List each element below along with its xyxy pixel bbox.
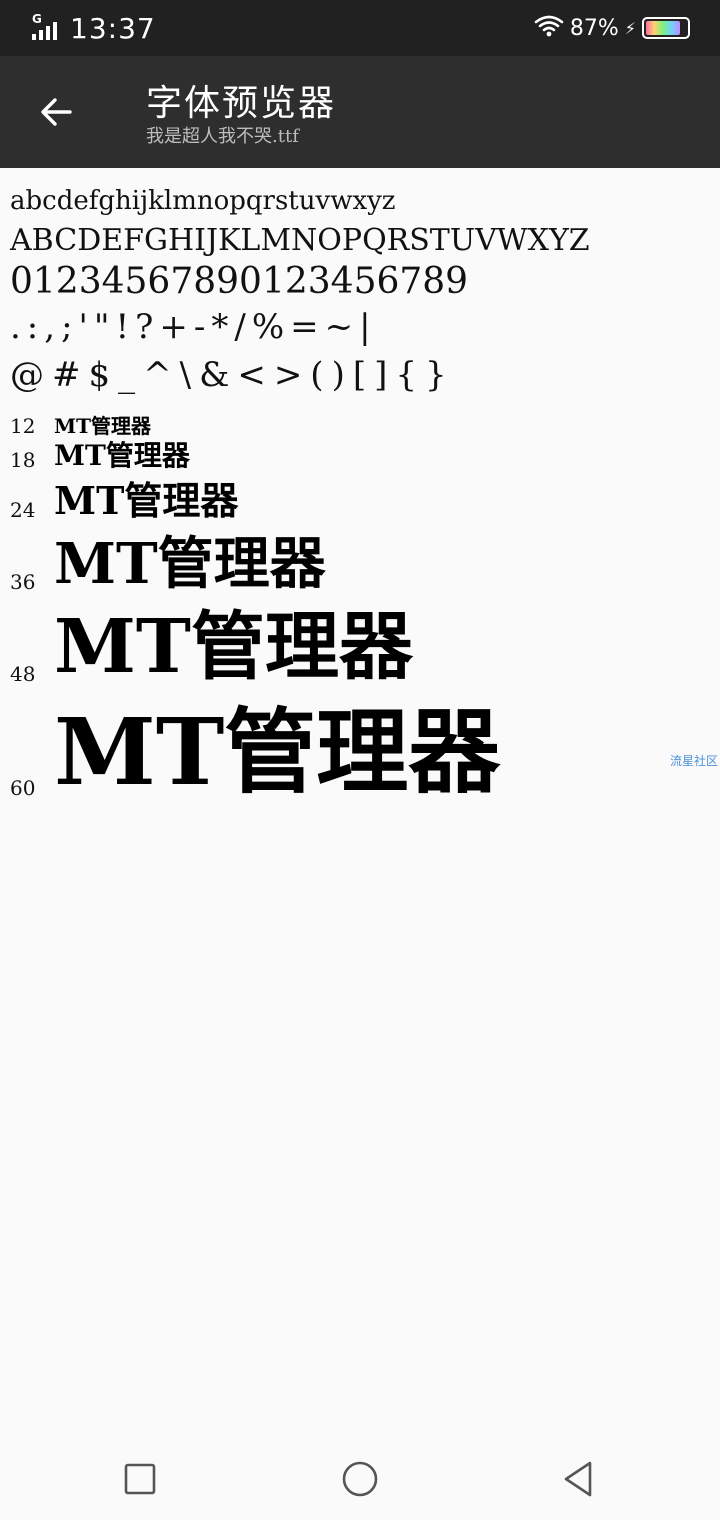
size-row-24: 24 MT管理器 [10,478,710,523]
home-icon [342,1461,378,1497]
preview-lowercase: abcdefghijklmnopqrstuvwxyz [10,186,396,216]
size-sample-text: MT管理器 [54,439,190,472]
watermark-text: 流星社区 [669,754,718,768]
size-label: 48 [10,662,36,686]
preview-uppercase: ABCDEFGHIJKLMNOPQRSTUVWXYZ [10,223,590,258]
size-row-36: 36 MT管理器 [10,536,710,592]
navigation-bar [0,1436,720,1520]
preview-digits: 01234567890123456789 [10,261,469,302]
size-row-60: 60 MT管理器 [10,706,710,798]
size-label: 12 [10,414,36,438]
size-row-18: 18 MT管理器 [10,439,710,472]
battery-level-fill [646,21,681,35]
network-type-label: G [32,12,42,26]
size-sample-text: MT管理器 [54,698,501,806]
preview-punctuation-2: @#$_^\&<>()[]{} [10,355,455,395]
home-button[interactable] [337,1456,383,1502]
status-bar: G 13:37 87% ⚡ [0,0,720,56]
nav-back-button[interactable] [555,1456,601,1502]
size-sample-text: MT管理器 [54,604,413,690]
status-right: 87% ⚡ [534,10,690,46]
font-file-name: 我是超人我不哭.ttf [146,126,299,147]
status-time: 13:37 [70,11,156,45]
battery-icon [642,17,690,39]
app-toolbar: 字体预览器 我是超人我不哭.ttf [0,56,720,168]
size-row-48: 48 MT管理器 [10,610,710,684]
recent-apps-icon [124,1463,156,1495]
recent-apps-button[interactable] [117,1456,163,1502]
preview-punctuation-1: .:,;'"!?+-*/%=~| [10,307,377,347]
back-triangle-icon [564,1461,592,1497]
arrow-left-icon [41,98,72,126]
size-label: 24 [10,498,36,522]
size-label: 60 [10,776,36,800]
size-label: 36 [10,570,36,594]
size-label: 18 [10,448,36,472]
status-left: G 13:37 [30,10,156,46]
size-row-12: 12 MT管理器 [10,416,710,436]
font-preview: abcdefghijklmnopqrstuvwxyz ABCDEFGHIJKLM… [10,170,710,798]
charging-icon: ⚡ [624,18,636,38]
size-sample-text: MT管理器 [54,531,326,597]
signal-icon: G [30,12,62,42]
size-sample-text: MT管理器 [54,478,239,523]
battery-percent: 87% [569,15,619,41]
page-title: 字体预览器 [146,83,337,124]
back-button[interactable] [22,78,90,146]
wifi-icon [534,14,564,42]
size-sample-text: MT管理器 [54,414,152,438]
size-samples: 12 MT管理器 18 MT管理器 24 MT管理器 36 MT管理器 48 M… [10,416,710,798]
